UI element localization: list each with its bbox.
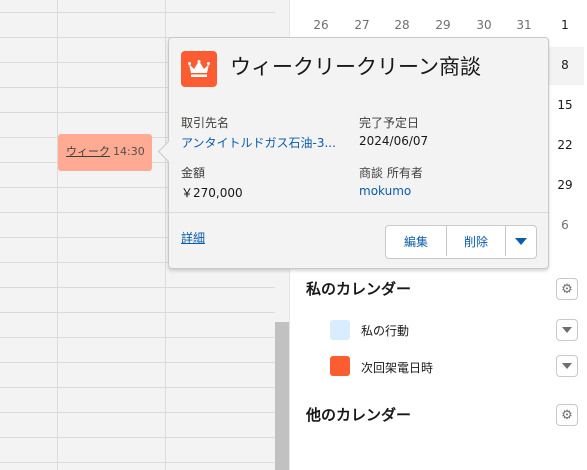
mini-calendar-day[interactable]: 30 [469,18,499,32]
mini-calendar-day[interactable]: 29 [428,18,458,32]
calendar-item-menu-button[interactable] [556,319,578,341]
grid-line [0,387,275,388]
calendar-item-menu-button[interactable] [556,355,578,377]
mini-calendar-top-row: 26 27 28 29 30 31 1 [290,18,587,34]
edit-button[interactable]: 編集 [386,226,447,256]
calendar-item-label: 次回架電日時 [361,361,434,375]
account-link[interactable]: アンタイトルドガス石油-3... [181,134,336,151]
popover-actions: 編集 削除 [385,225,537,259]
grid-line [0,437,275,438]
owner-link[interactable]: mokumo [359,184,411,198]
calendar-item-label: 私の行動 [361,324,410,338]
grid-line [57,0,58,470]
amount-label: 金額 [181,166,206,180]
grid-line [0,287,275,288]
mini-calendar-day[interactable]: 15 [550,98,580,112]
owner-label: 商談 所有者 [359,166,423,180]
grid-line [0,312,275,313]
close-date-label: 完了予定日 [359,116,420,130]
gear-icon: ⚙ [561,407,573,423]
calendar-color-swatch [330,320,350,340]
grid-line [0,12,275,13]
amount-value: ￥270,000 [181,186,243,200]
other-calendars-settings-button[interactable]: ⚙ [556,404,578,426]
popover-divider [169,212,548,213]
grid-line [0,362,275,363]
popover-title: ウィークリークリーン商談 [230,55,481,79]
detail-link[interactable]: 詳細 [181,229,205,246]
calendar-color-swatch [330,356,350,376]
chevron-down-icon [562,363,572,369]
mini-calendar-day[interactable]: 26 [306,18,336,32]
close-date-value: 2024/06/07 [359,134,429,148]
crown-icon [188,60,210,77]
opportunity-icon [181,51,217,87]
event-title[interactable]: ウィーク [66,145,110,158]
event-detail-popover: ウィークリークリーン商談 取引先名 アンタイトルドガス石油-3... 完了予定日… [157,37,549,269]
grid-line [0,337,275,338]
gear-icon: ⚙ [561,281,573,297]
mini-calendar-day[interactable]: 29 [550,178,580,192]
grid-line [165,0,166,470]
mini-calendar-day[interactable]: 6 [550,218,580,232]
mini-calendar-day[interactable]: 8 [550,58,580,72]
delete-button[interactable]: 削除 [447,226,506,256]
grid-line [0,412,275,413]
mini-calendar-day[interactable]: 27 [347,18,377,32]
mini-calendar-day[interactable]: 22 [550,138,580,152]
chevron-down-icon [515,237,527,245]
more-actions-button[interactable] [506,226,536,256]
other-calendars-title: 他のカレンダー [306,406,412,424]
scrollbar-thumb[interactable] [275,322,289,470]
chevron-down-icon [562,327,572,333]
mini-calendar-day[interactable]: 1 [550,18,580,32]
my-calendars-settings-button[interactable]: ⚙ [556,278,578,300]
event-time: 14:30 [113,145,145,158]
account-label: 取引先名 [181,116,230,130]
mini-calendar-day[interactable]: 31 [509,18,539,32]
grid-line [0,462,275,463]
mini-calendar-day[interactable]: 28 [387,18,417,32]
my-calendars-title: 私のカレンダー [306,280,412,298]
calendar-event[interactable]: ウィーク 14:30 [58,134,152,171]
